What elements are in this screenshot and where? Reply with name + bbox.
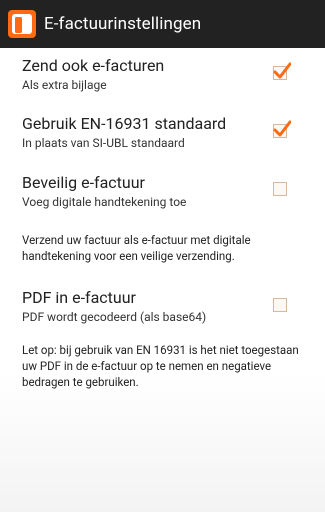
signature-note: Verzend uw factuur als e-factuur met dig… bbox=[22, 233, 251, 263]
pdf-in-einvoice-checkbox[interactable] bbox=[273, 298, 287, 312]
preferences-list: Zend ook e-facturen Als extra bijlage Ge… bbox=[0, 48, 325, 512]
secure-einvoice-checkbox[interactable] bbox=[273, 182, 287, 196]
pref-title: Beveilig e-factuur bbox=[22, 173, 145, 192]
pref-use-en16931[interactable]: Gebruik EN-16931 standaard In plaats van… bbox=[0, 106, 325, 164]
pref-summary: PDF wordt gecodeerd (als base64) bbox=[22, 310, 207, 324]
app-logo-icon[interactable] bbox=[8, 10, 36, 38]
pref-title: Gebruik EN-16931 standaard bbox=[22, 114, 227, 133]
page-title: E-factuurinstellingen bbox=[44, 14, 202, 34]
pref-pdf-in-einvoice[interactable]: PDF in e-factuur PDF wordt gecodeerd (al… bbox=[0, 280, 325, 338]
pref-title: PDF in e-factuur bbox=[22, 288, 136, 307]
pref-title: Zend ook e-facturen bbox=[22, 56, 165, 75]
pref-secure-einvoice[interactable]: Beveilig e-factuur Voeg digitale handtek… bbox=[0, 165, 325, 223]
action-bar: E-factuurinstellingen bbox=[0, 0, 325, 48]
pref-summary: Voeg digitale handtekening toe bbox=[22, 195, 187, 209]
pref-summary: In plaats van SI-UBL standaard bbox=[22, 136, 185, 150]
pref-summary: Als extra bijlage bbox=[22, 78, 107, 92]
pref-send-einvoice[interactable]: Zend ook e-facturen Als extra bijlage bbox=[0, 48, 325, 106]
en16931-warning-note: Let op: bij gebruik van EN 16931 is het … bbox=[22, 343, 299, 389]
checkmark-icon bbox=[273, 62, 291, 79]
send-einvoice-checkbox[interactable] bbox=[273, 62, 291, 80]
checkmark-icon bbox=[273, 120, 291, 137]
use-en16931-checkbox[interactable] bbox=[273, 120, 291, 138]
